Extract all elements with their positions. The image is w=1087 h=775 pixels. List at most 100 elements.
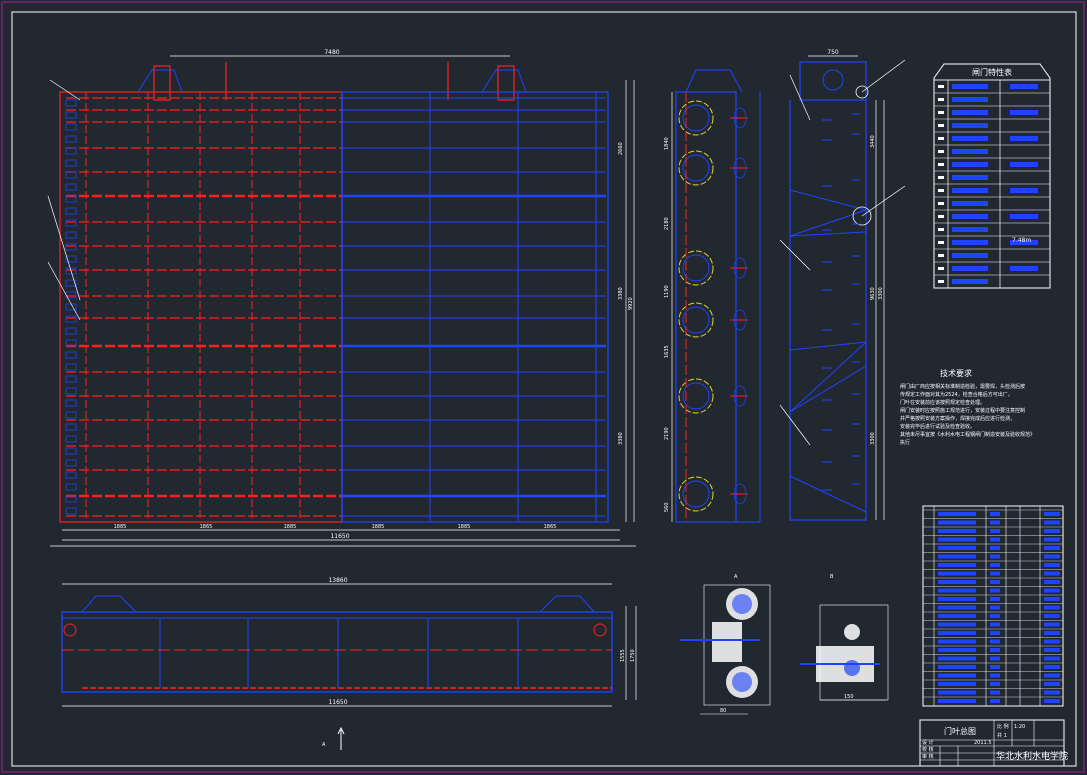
part-qty-bar — [990, 563, 1000, 567]
part-qty-bar — [990, 605, 1000, 610]
plan-top-dimension: 13860 — [328, 577, 347, 584]
part-name-bar — [938, 588, 976, 593]
part-name-bar — [938, 520, 976, 525]
plan-right-dimension-1: 1555 — [620, 649, 626, 662]
pipe-circle-outer — [678, 476, 714, 512]
char-row-label-bar — [952, 253, 988, 258]
part-qty-bar — [990, 520, 1000, 525]
pipe-circle-inner — [682, 254, 710, 282]
part-weight-bar — [1044, 648, 1060, 652]
part-qty-bar — [990, 588, 1000, 593]
char-row-label-bar — [952, 149, 988, 154]
part-qty-bar — [990, 631, 1000, 635]
part-weight-bar — [1044, 580, 1060, 584]
detail-b: B 150 — [800, 574, 889, 701]
lifting-lugs — [137, 62, 527, 101]
part-weight-bar — [1044, 529, 1060, 533]
part-weight-bar — [1044, 614, 1060, 618]
char-row-index — [938, 280, 944, 283]
edge-block — [65, 363, 77, 371]
part-qty-bar — [990, 665, 1000, 669]
part-weight-bar — [1044, 605, 1060, 610]
part-qty-bar — [990, 546, 1000, 550]
char-row-index — [938, 254, 944, 257]
gate-elevation: 7480 1885 1865 1885 1885 1885 1865 11650 2660… — [47, 49, 636, 547]
elevation-overall-width: 11650 — [330, 533, 349, 540]
edge-block — [65, 111, 77, 119]
char-row-value-bar — [1010, 266, 1038, 271]
edge-block — [65, 387, 77, 395]
row-label-design: 设 计 — [922, 739, 934, 746]
segment-dimension: 1885 — [284, 524, 297, 530]
segment-dimension: 1865 — [200, 524, 213, 530]
edge-block — [65, 423, 77, 431]
char-row-index — [938, 202, 944, 205]
edge-block — [65, 435, 77, 443]
section-dimension: 1840 — [664, 137, 670, 150]
edge-block — [65, 207, 77, 215]
lug-plate — [153, 65, 171, 101]
plan-right-dimension-2: 1750 — [630, 649, 636, 662]
part-name-bar — [938, 597, 976, 601]
edge-block — [65, 99, 77, 107]
side-dimension: 3300 — [878, 287, 884, 300]
characteristics-table-title: 闸门特性表 — [972, 67, 1012, 77]
part-weight-bar — [1044, 546, 1060, 550]
section-dimension: 1635 — [664, 345, 670, 358]
part-qty-bar — [990, 512, 1000, 516]
char-row-label-bar — [952, 110, 988, 115]
pipe-circle-outer — [678, 302, 714, 338]
plan-wheel — [63, 623, 77, 637]
part-weight-bar — [1044, 563, 1060, 567]
part-name-bar — [938, 512, 976, 516]
parts-list-table — [922, 505, 1064, 707]
part-name-bar — [938, 571, 976, 576]
part-weight-bar — [1044, 537, 1060, 542]
char-row-label-bar — [952, 123, 988, 128]
characteristics-table: 闸门特性表 7.48m — [933, 63, 1051, 289]
part-weight-bar — [1044, 682, 1060, 686]
section-pipe-circles — [678, 92, 748, 522]
detail-a-dimension: 80 — [720, 708, 726, 714]
side-right-dimensions: 34409630 33003300 — [870, 135, 884, 445]
row-label-review: 审 核 — [922, 753, 934, 760]
part-qty-bar — [990, 639, 1000, 644]
technical-requirements-title: 技术要求 — [940, 368, 972, 378]
part-name-bar — [938, 563, 976, 567]
char-row-index — [938, 163, 944, 166]
part-weight-bar — [1044, 690, 1060, 695]
right-dimension: 2660 — [618, 142, 624, 155]
segment-dimension: 1885 — [114, 524, 127, 530]
gate-side-view: 750 34409630 33003300 — [779, 49, 906, 521]
part-name-bar — [938, 699, 976, 703]
edge-block — [65, 447, 77, 455]
edge-block — [65, 123, 77, 131]
part-name-bar — [938, 546, 976, 550]
plan-arrow-label: A — [322, 742, 326, 748]
right-dimension: 9920 — [628, 297, 634, 310]
edge-block — [65, 459, 77, 467]
section-dimension: 2180 — [664, 217, 670, 230]
edge-block — [65, 327, 77, 335]
detail-b-label: B — [830, 574, 834, 580]
part-qty-bar — [990, 537, 1000, 542]
part-weight-bar — [1044, 520, 1060, 525]
edge-block — [65, 171, 77, 179]
elevation-segment-dimensions: 1885 1865 1885 1885 1885 1865 — [114, 524, 557, 530]
pipe-circle-inner — [682, 382, 710, 410]
edge-block — [65, 303, 77, 311]
segment-dimension: 1865 — [544, 524, 557, 530]
technical-requirements-lines: 闸门由厂商应按相关标准制造检验，需要焊，头检测后按传规定工作面对其为2524，检… — [900, 383, 1035, 446]
part-name-bar — [938, 614, 976, 618]
edge-block — [65, 507, 77, 515]
detail-b-dimension: 150 — [844, 694, 854, 700]
side-dimension: 3440 — [870, 135, 876, 148]
char-row-label-bar — [952, 175, 988, 180]
char-row-index — [938, 228, 944, 231]
char-row-index — [938, 150, 944, 153]
plan-ribs — [62, 618, 612, 688]
part-name-bar — [938, 682, 976, 686]
part-weight-bar — [1044, 631, 1060, 635]
gate-left-marks — [47, 79, 81, 515]
parts-list-rows — [923, 509, 1063, 703]
